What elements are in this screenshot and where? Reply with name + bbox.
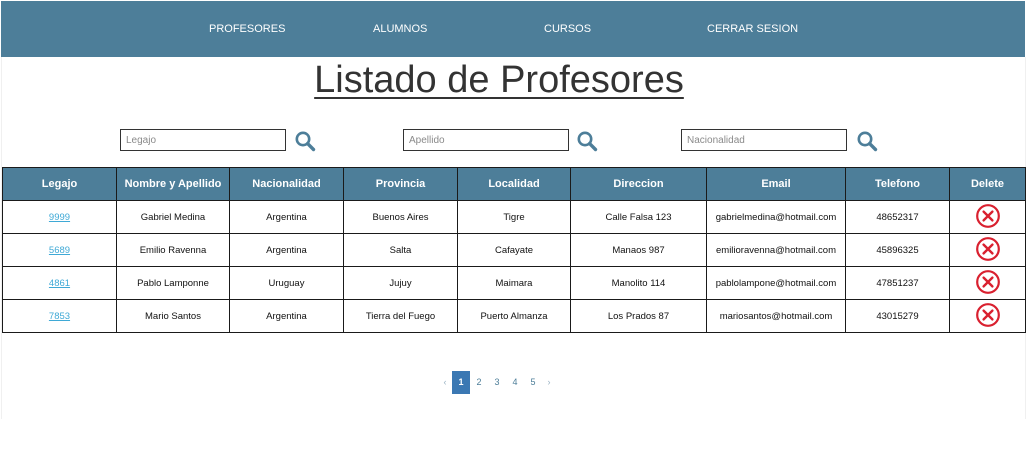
table-row: 7853 Mario Santos Argentina Tierra del F… [2,299,1026,333]
legajo-link[interactable]: 7853 [49,311,70,322]
nacionalidad-cell: Argentina [229,299,344,333]
page-3[interactable]: 3 [488,371,506,394]
page-title: Listado de Profesores [314,59,684,101]
nombre-cell: Gabriel Medina [116,200,230,234]
nombre-cell: Pablo Lamponne [116,266,230,300]
delete-circle-x-icon[interactable] [975,236,1001,265]
col-header-delete: Delete [949,167,1026,201]
legajo-cell: 7853 [2,299,117,333]
email-cell: mariosantos@hotmail.com [706,299,846,333]
col-header-email[interactable]: Email [706,167,846,201]
delete-cell [949,299,1026,333]
direccion-cell: Los Prados 87 [570,299,707,333]
localidad-cell: Puerto Almanza [457,299,571,333]
nav-cursos[interactable]: CURSOS [544,1,591,57]
page-2[interactable]: 2 [470,371,488,394]
email-cell: emilioravenna@hotmail.com [706,233,846,267]
telefono-cell: 47851237 [845,266,950,300]
page-4[interactable]: 4 [506,371,524,394]
provincia-cell: Tierra del Fuego [343,299,458,333]
profesores-table: Legajo Nombre y Apellido Nacionalidad Pr… [2,167,1026,333]
col-header-legajo[interactable]: Legajo [2,167,117,201]
legajo-link[interactable]: 4861 [49,278,70,289]
table-row: 5689 Emilio Ravenna Argentina Salta Cafa… [2,233,1026,267]
nacionalidad-cell: Uruguay [229,266,344,300]
apellido-search-icon[interactable] [576,130,598,152]
nacionalidad-filter-input[interactable] [681,129,847,151]
delete-cell [949,266,1026,300]
localidad-cell: Tigre [457,200,571,234]
table-header-row: Legajo Nombre y Apellido Nacionalidad Pr… [2,167,1026,201]
legajo-cell: 5689 [2,233,117,267]
table-row: 4861 Pablo Lamponne Uruguay Jujuy Maimar… [2,266,1026,300]
legajo-link[interactable]: 9999 [49,212,70,223]
legajo-search-icon[interactable] [294,130,316,152]
localidad-cell: Maimara [457,266,571,300]
nav-profesores[interactable]: PROFESORES [209,1,285,57]
delete-circle-x-icon[interactable] [975,269,1001,298]
delete-cell [949,200,1026,234]
direccion-cell: Calle Falsa 123 [570,200,707,234]
provincia-cell: Jujuy [343,266,458,300]
nacionalidad-cell: Argentina [229,200,344,234]
telefono-cell: 45896325 [845,233,950,267]
direccion-cell: Manolito 114 [570,266,707,300]
col-header-telefono[interactable]: Telefono [845,167,950,201]
email-cell: pablolampone@hotmail.com [706,266,846,300]
pagination-next[interactable]: › [542,371,556,394]
nav-alumnos[interactable]: ALUMNOS [373,1,427,57]
top-navbar: PROFESORES ALUMNOS CURSOS CERRAR SESION [1,1,1025,57]
direccion-cell: Manaos 987 [570,233,707,267]
telefono-cell: 43015279 [845,299,950,333]
nacionalidad-cell: Argentina [229,233,344,267]
delete-cell [949,233,1026,267]
table-row: 9999 Gabriel Medina Argentina Buenos Air… [2,200,1026,234]
nombre-cell: Mario Santos [116,299,230,333]
email-cell: gabrielmedina@hotmail.com [706,200,846,234]
nav-cerrar-sesion[interactable]: CERRAR SESION [707,1,798,57]
delete-circle-x-icon[interactable] [975,302,1001,331]
pagination-prev[interactable]: ‹ [438,371,452,394]
localidad-cell: Cafayate [457,233,571,267]
delete-circle-x-icon[interactable] [975,203,1001,232]
provincia-cell: Salta [343,233,458,267]
nacionalidad-search-icon[interactable] [856,130,878,152]
apellido-filter-input[interactable] [403,129,569,151]
page-1[interactable]: 1 [452,371,470,394]
page-5[interactable]: 5 [524,371,542,394]
provincia-cell: Buenos Aires [343,200,458,234]
legajo-cell: 4861 [2,266,117,300]
nombre-cell: Emilio Ravenna [116,233,230,267]
legajo-cell: 9999 [2,200,117,234]
legajo-link[interactable]: 5689 [49,245,70,256]
col-header-localidad[interactable]: Localidad [457,167,571,201]
col-header-provincia[interactable]: Provincia [343,167,458,201]
col-header-nombre[interactable]: Nombre y Apellido [116,167,230,201]
col-header-direccion[interactable]: Direccion [570,167,707,201]
telefono-cell: 48652317 [845,200,950,234]
col-header-nacionalidad[interactable]: Nacionalidad [229,167,344,201]
legajo-filter-input[interactable] [120,129,286,151]
pagination: ‹ 1 2 3 4 5 › [438,371,556,394]
